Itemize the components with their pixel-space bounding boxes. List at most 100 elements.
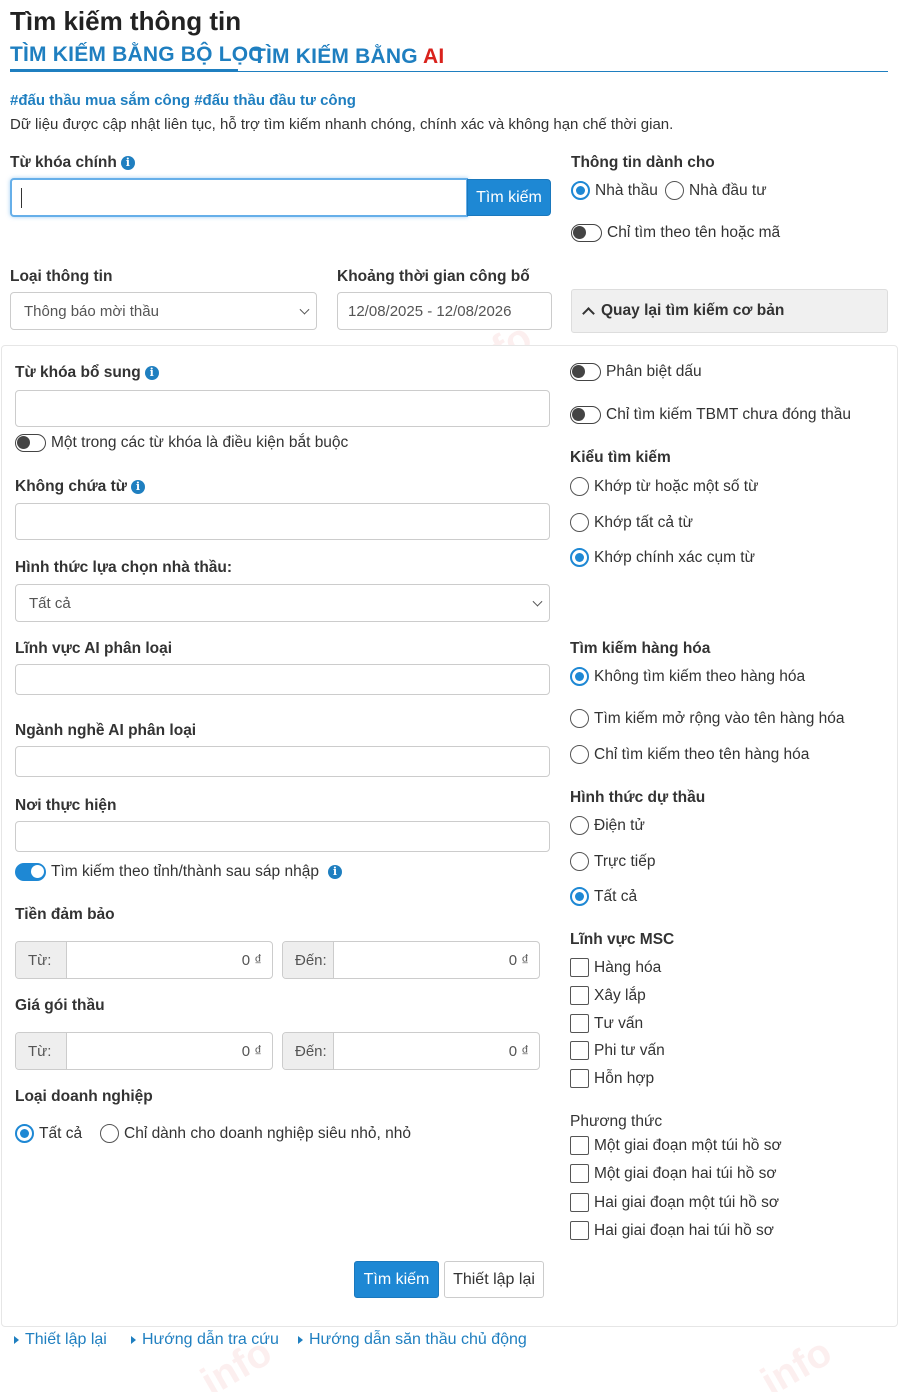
checkbox-icon — [570, 1193, 589, 1212]
ai-field-input[interactable] — [15, 664, 550, 695]
text-cursor — [21, 188, 22, 208]
checkbox-msc-non-consulting[interactable]: Phi tư vấn — [570, 1041, 665, 1060]
footer-link-reset[interactable]: Thiết lập lại — [14, 1331, 107, 1349]
deposit-from[interactable]: Từ: 0 ₫ — [15, 941, 273, 979]
checkbox-label: Tư vấn — [594, 1014, 644, 1032]
checkbox-method-4[interactable]: Hai giai đoạn hai túi hồ sơ — [570, 1221, 774, 1240]
footer-link-guide[interactable]: Hướng dẫn tra cứu — [131, 1331, 279, 1349]
package-price-from-value[interactable]: 0 ₫ — [67, 1033, 272, 1069]
ai-industry-input[interactable] — [15, 746, 550, 777]
goods-search-label: Tìm kiếm hàng hóa — [570, 640, 711, 657]
info-icon[interactable]: i — [131, 480, 145, 494]
radio-search-type-all[interactable]: Khớp tất cả từ — [570, 513, 693, 532]
radio-goods-none[interactable]: Không tìm kiếm theo hàng hóa — [570, 667, 805, 686]
reset-button[interactable]: Thiết lập lại — [444, 1261, 544, 1298]
radio-bid-electronic[interactable]: Điện tử — [570, 816, 645, 835]
submit-search-button[interactable]: Tìm kiếm — [354, 1261, 439, 1298]
main-keyword-input[interactable] — [10, 178, 468, 217]
radio-label: Nhà đầu tư — [689, 181, 767, 199]
deposit-to[interactable]: Đến: 0 ₫ — [282, 941, 540, 979]
radio-icon — [570, 667, 589, 686]
back-basic-search-button[interactable]: Quay lại tìm kiếm cơ bản — [571, 289, 888, 333]
radio-icon — [570, 852, 589, 871]
extra-keyword-label: Từ khóa bổ sung i — [15, 364, 159, 382]
radio-search-type-exact[interactable]: Khớp chính xác cụm từ — [570, 548, 755, 567]
location-input[interactable] — [15, 821, 550, 852]
publish-period-input[interactable]: 12/08/2025 - 12/08/2026 — [337, 292, 552, 330]
info-icon[interactable]: i — [120, 156, 135, 170]
info-icon[interactable]: i — [327, 865, 342, 879]
tab-ai-search[interactable]: TÌM KIẾM BẰNG AI — [253, 45, 444, 69]
radio-investor[interactable]: Nhà đầu tư — [665, 181, 767, 200]
checkbox-label: Xây lắp — [594, 986, 646, 1004]
caret-right-icon — [298, 1336, 303, 1344]
package-price-to-value[interactable]: 0 ₫ — [334, 1033, 539, 1069]
select-value: Thông báo mời thầu — [24, 302, 159, 320]
ai-field-label: Lĩnh vực AI phân loại — [15, 640, 173, 657]
radio-contractor[interactable]: Nhà thầu — [571, 181, 658, 200]
radio-bid-all[interactable]: Tất cả — [570, 887, 637, 906]
checkbox-method-3[interactable]: Hai giai đoạn một túi hồ sơ — [570, 1193, 779, 1212]
radio-goods-extended[interactable]: Tìm kiếm mở rộng vào tên hàng hóa — [570, 709, 845, 728]
toggle-province[interactable]: Tìm kiếm theo tỉnh/thành sau sáp nhập i — [15, 863, 342, 881]
radio-enterprise-all[interactable]: Tất cả — [15, 1124, 82, 1143]
toggle-diacritics[interactable]: Phân biệt dấu — [570, 363, 702, 381]
radio-icon — [570, 548, 589, 567]
exclude-words-input[interactable] — [15, 503, 550, 540]
hashtags: #đấu thầu mua sắm công #đấu thầu đầu tư … — [10, 92, 356, 109]
info-icon[interactable]: i — [144, 366, 159, 380]
checkbox-msc-consulting[interactable]: Tư vấn — [570, 1014, 643, 1033]
info-type-select[interactable]: Thông báo mời thầu — [10, 292, 317, 330]
radio-icon — [571, 181, 590, 200]
footer-link-active-hunting[interactable]: Hướng dẫn săn thầu chủ động — [298, 1331, 527, 1349]
info-type-label: Loại thông tin — [10, 268, 113, 285]
toggle-name-code[interactable]: Chỉ tìm theo tên hoặc mã — [571, 224, 780, 242]
toggle-label: Phân biệt dấu — [606, 363, 702, 380]
package-price-from[interactable]: Từ: 0 ₫ — [15, 1032, 273, 1070]
toggle-open-only[interactable]: Chỉ tìm kiếm TBMT chưa đóng thầu — [570, 406, 851, 424]
from-addon: Từ: — [16, 942, 67, 978]
radio-enterprise-small[interactable]: Chỉ dành cho doanh nghiệp siêu nhỏ, nhỏ — [100, 1124, 411, 1143]
toggle-label: Tìm kiếm theo tỉnh/thành sau sáp nhập — [51, 863, 319, 880]
toggle-label: Chỉ tìm kiếm TBMT chưa đóng thầu — [606, 406, 851, 423]
checkbox-msc-mixed[interactable]: Hỗn hợp — [570, 1069, 654, 1088]
exclude-words-label-text: Không chứa từ — [15, 478, 127, 495]
checkbox-icon — [570, 1221, 589, 1240]
deposit-from-value[interactable]: 0 ₫ — [67, 942, 272, 978]
checkbox-icon — [570, 1014, 589, 1033]
extra-keyword-input[interactable] — [15, 390, 550, 427]
radio-bid-direct[interactable]: Trực tiếp — [570, 852, 655, 871]
radio-label: Khớp từ hoặc một số từ — [594, 477, 759, 495]
radio-label: Tất cả — [39, 1124, 83, 1142]
enterprise-type-label: Loại doanh nghiệp — [15, 1088, 153, 1105]
checkbox-msc-construction[interactable]: Xây lắp — [570, 986, 646, 1005]
to-addon: Đến: — [283, 942, 334, 978]
selection-method-select[interactable]: Tất cả — [15, 584, 550, 622]
radio-icon — [570, 709, 589, 728]
intro-description: Dữ liệu được cập nhật liên tục, hỗ trợ t… — [10, 116, 674, 133]
checkbox-method-1[interactable]: Một giai đoạn một túi hồ sơ — [570, 1136, 782, 1155]
radio-icon — [570, 513, 589, 532]
search-type-label: Kiểu tìm kiếm — [570, 449, 671, 466]
chevron-up-icon — [582, 307, 595, 320]
checkbox-label: Một giai đoạn một túi hồ sơ — [594, 1136, 782, 1154]
main-search-button[interactable]: Tìm kiếm — [467, 179, 551, 216]
checkbox-label: Hàng hóa — [594, 958, 662, 976]
tab-ai-prefix: TÌM KIẾM BẰNG — [253, 45, 424, 68]
toggle-switch — [15, 434, 46, 452]
toggle-switch — [15, 863, 46, 881]
radio-icon — [570, 816, 589, 835]
toggle-switch — [570, 406, 601, 424]
toggle-any-keyword[interactable]: Một trong các từ khóa là điều kiện bắt b… — [15, 434, 348, 452]
radio-goods-only[interactable]: Chỉ tìm kiếm theo tên hàng hóa — [570, 745, 809, 764]
radio-icon — [570, 477, 589, 496]
tab-filter-search[interactable]: TÌM KIẾM BẰNG BỘ LỌC — [10, 43, 264, 67]
package-price-to[interactable]: Đến: 0 ₫ — [282, 1032, 540, 1070]
radio-search-type-any[interactable]: Khớp từ hoặc một số từ — [570, 477, 758, 496]
deposit-to-value[interactable]: 0 ₫ — [334, 942, 539, 978]
radio-label: Chỉ tìm kiếm theo tên hàng hóa — [594, 745, 810, 763]
radio-icon — [100, 1124, 119, 1143]
checkbox-label: Một giai đoạn hai túi hồ sơ — [594, 1164, 777, 1182]
checkbox-method-2[interactable]: Một giai đoạn hai túi hồ sơ — [570, 1164, 777, 1183]
checkbox-msc-goods[interactable]: Hàng hóa — [570, 958, 661, 977]
